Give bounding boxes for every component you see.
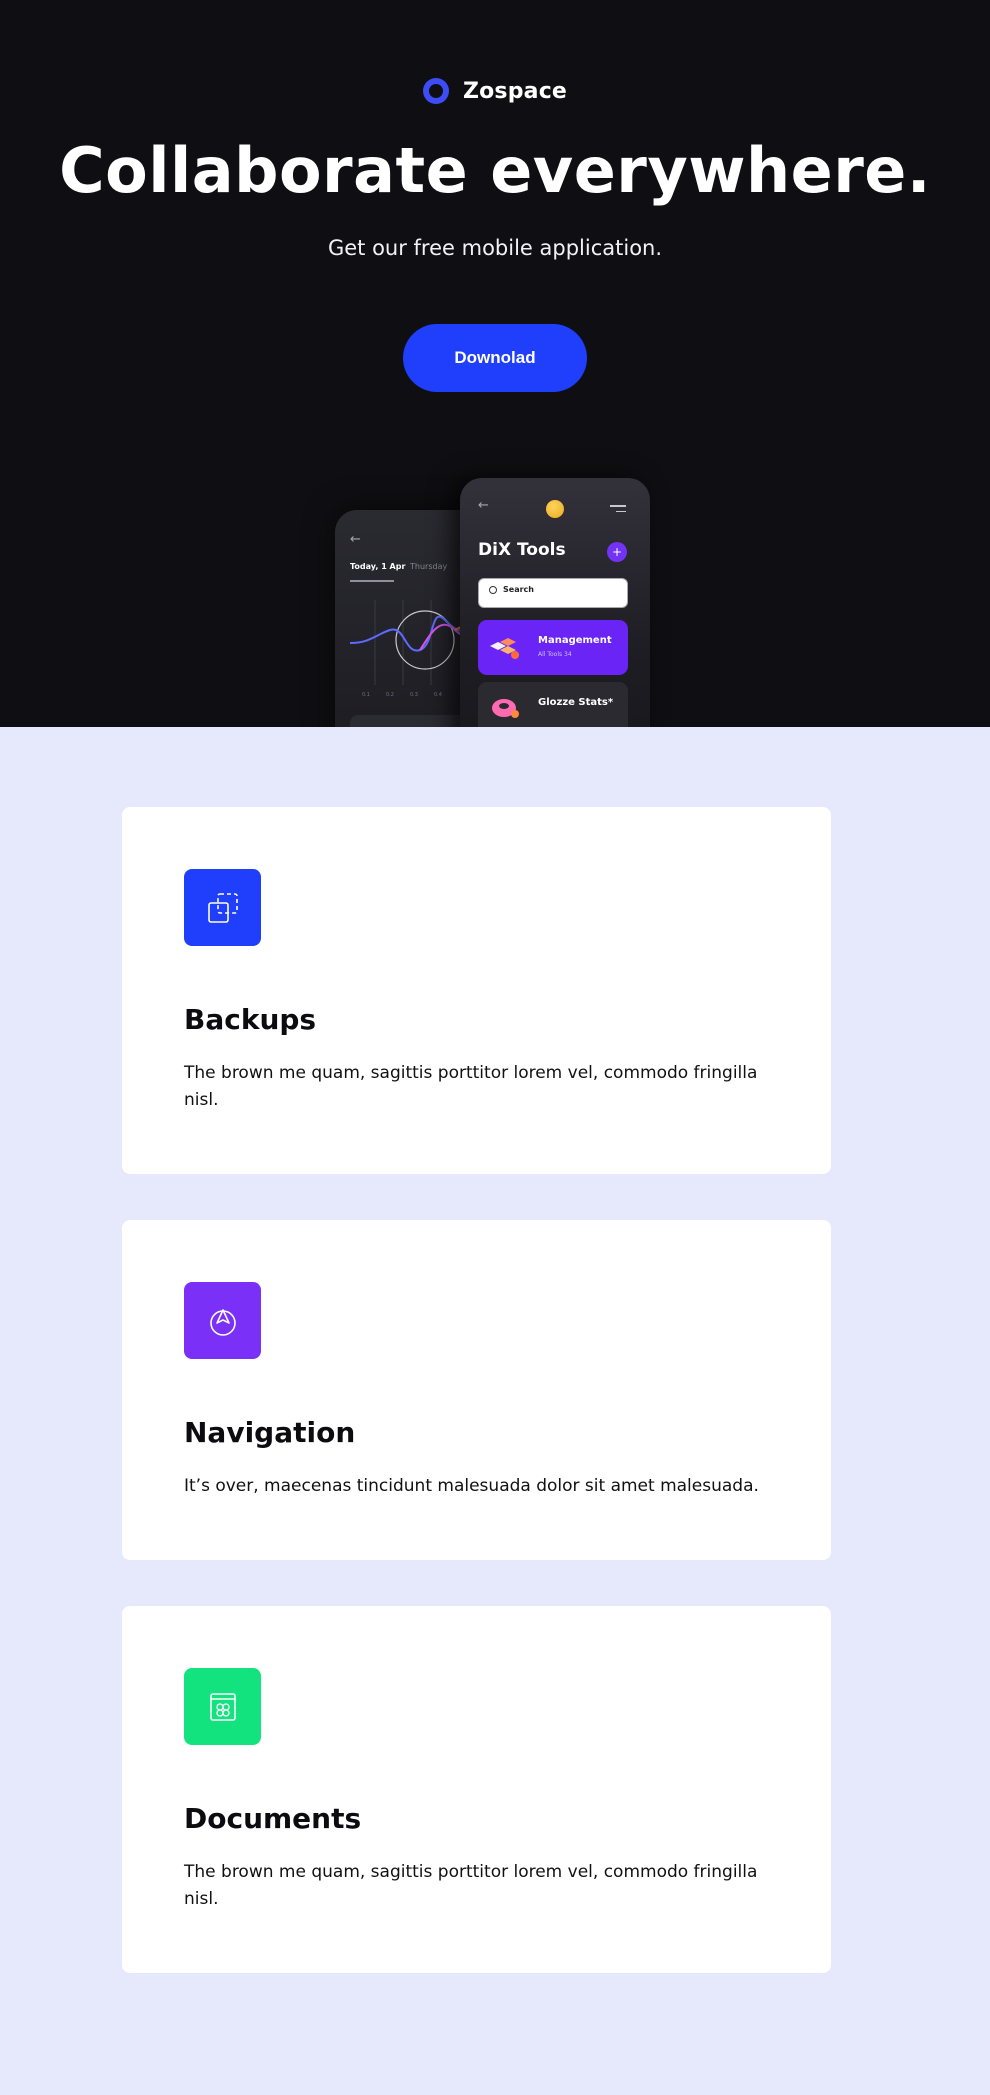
donut-illustration-icon (492, 699, 519, 718)
plus-icon: + (607, 542, 627, 562)
feature-description: It’s over, maecenas tincidunt malesuada … (184, 1476, 759, 1496)
app-search-field: Search (478, 578, 628, 608)
back-arrow-icon: ← (350, 532, 361, 547)
phone-mockup-front: ← DiX Tools + Search Management All Tool… (460, 478, 650, 727)
search-icon (489, 585, 497, 594)
card-title: Glozze Stats* (538, 697, 614, 708)
blocks-illustration-icon (490, 638, 519, 659)
menu-icon (610, 505, 626, 513)
card-title: Management (538, 635, 612, 646)
feature-title: Backups (184, 1003, 317, 1036)
tab-thursday: Thursday (410, 562, 448, 571)
search-placeholder: Search (503, 585, 534, 594)
active-tab-indicator (350, 580, 394, 582)
feature-title: Documents (184, 1802, 362, 1835)
document-icon (184, 1668, 261, 1745)
chart-tick: 0.4 (434, 692, 442, 698)
download-button[interactable]: Downolad (403, 324, 587, 392)
brand-logo-icon (422, 78, 449, 104)
chart-tick: 0.1 (362, 692, 370, 698)
compass-icon (184, 1282, 261, 1359)
feature-title: Navigation (184, 1416, 356, 1449)
feature-card-navigation: Navigation It’s over, maecenas tincidunt… (122, 1220, 831, 1560)
brand-header[interactable]: Zospace (0, 78, 990, 104)
card-subtitle: All Tools 34 (538, 651, 572, 658)
feature-card-backups: Backups The brown me quam, sagittis port… (122, 807, 831, 1174)
back-arrow-icon: ← (478, 498, 489, 513)
chart-tick: 0.3 (410, 692, 418, 698)
app-card-management: Management All Tools 34 (478, 620, 628, 675)
avatar (546, 500, 564, 518)
phone-footer-card (350, 715, 470, 727)
feature-description: The brown me quam, sagittis porttitor lo… (184, 1063, 758, 1110)
feature-description: The brown me quam, sagittis porttitor lo… (184, 1862, 758, 1909)
app-card-stats: Glozze Stats* (478, 682, 628, 727)
tab-today: Today, 1 Apr (350, 562, 406, 571)
app-title: DiX Tools (478, 540, 566, 560)
hero-section: Zospace Collaborate everywhere. Get our … (0, 0, 990, 727)
hero-subtitle: Get our free mobile application. (327, 236, 663, 260)
backup-icon (184, 869, 261, 946)
feature-card-documents: Documents The brown me quam, sagittis po… (122, 1606, 831, 1973)
hero-title: Collaborate everywhere. (59, 134, 931, 207)
chart-tick: 0.2 (386, 692, 394, 698)
brand-name: Zospace (462, 78, 568, 104)
